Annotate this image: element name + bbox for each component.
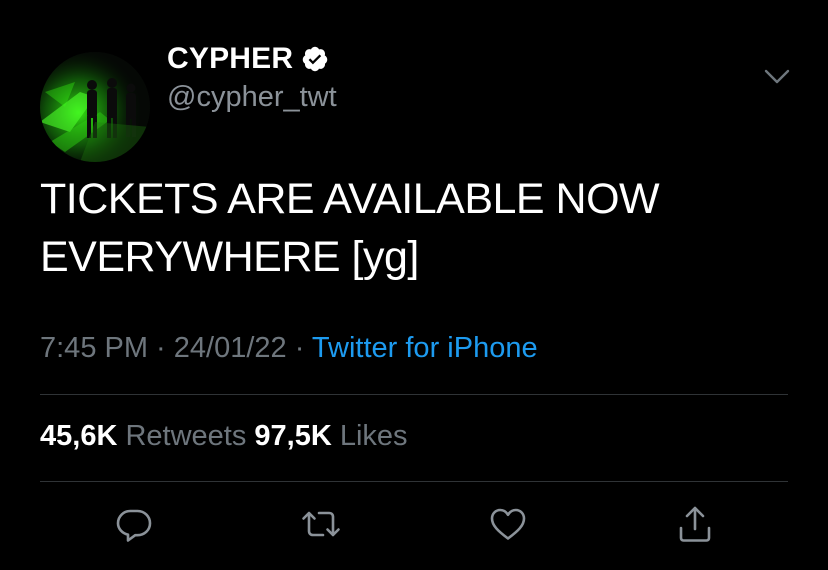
avatar-image bbox=[40, 52, 150, 162]
tweet-meta: 7:45 PM · 24/01/22 · Twitter for iPhone bbox=[40, 332, 538, 365]
retweets-label: Retweets bbox=[125, 420, 247, 452]
likes-label: Likes bbox=[339, 420, 408, 452]
display-name[interactable]: CYPHER bbox=[167, 42, 293, 76]
retweets-count: 45,6K bbox=[40, 420, 118, 452]
retweets-stat[interactable]: 45,6K Retweets bbox=[40, 420, 246, 452]
divider bbox=[40, 394, 788, 395]
tweet-text-line: EVERYWHERE [yg] bbox=[40, 233, 419, 281]
tweet-detail: CYPHER @cypher_twt TICKETS ARE AVAILABLE… bbox=[0, 0, 828, 570]
tweet-time: 7:45 PM bbox=[40, 332, 148, 364]
author-handle[interactable]: @cypher_twt bbox=[167, 81, 337, 114]
retweet-button[interactable] bbox=[301, 504, 341, 544]
tweet-date: 24/01/22 bbox=[173, 332, 287, 364]
avatar[interactable] bbox=[40, 52, 150, 162]
share-button[interactable] bbox=[675, 504, 715, 544]
tweet-text: TICKETS ARE AVAILABLE NOW EVERYWHERE [yg… bbox=[40, 170, 780, 286]
divider bbox=[40, 481, 788, 482]
meta-separator: · bbox=[148, 332, 174, 364]
share-icon bbox=[679, 506, 711, 542]
retweet-icon bbox=[302, 511, 340, 537]
reply-button[interactable] bbox=[114, 504, 154, 544]
tweet-text-line: TICKETS ARE AVAILABLE NOW bbox=[40, 175, 660, 223]
heart-icon bbox=[490, 508, 526, 540]
author-name-row[interactable]: CYPHER bbox=[167, 40, 329, 78]
like-button[interactable] bbox=[488, 504, 528, 544]
likes-count: 97,5K bbox=[254, 420, 332, 452]
meta-separator: · bbox=[286, 332, 312, 364]
likes-stat[interactable]: 97,5K Likes bbox=[254, 420, 407, 452]
chevron-down-icon[interactable] bbox=[764, 68, 790, 86]
engagement-stats: 45,6K Retweets 97,5K Likes bbox=[40, 420, 408, 453]
verified-badge-icon bbox=[302, 46, 328, 72]
reply-icon bbox=[116, 509, 152, 542]
tweet-source-link[interactable]: Twitter for iPhone bbox=[312, 332, 538, 364]
